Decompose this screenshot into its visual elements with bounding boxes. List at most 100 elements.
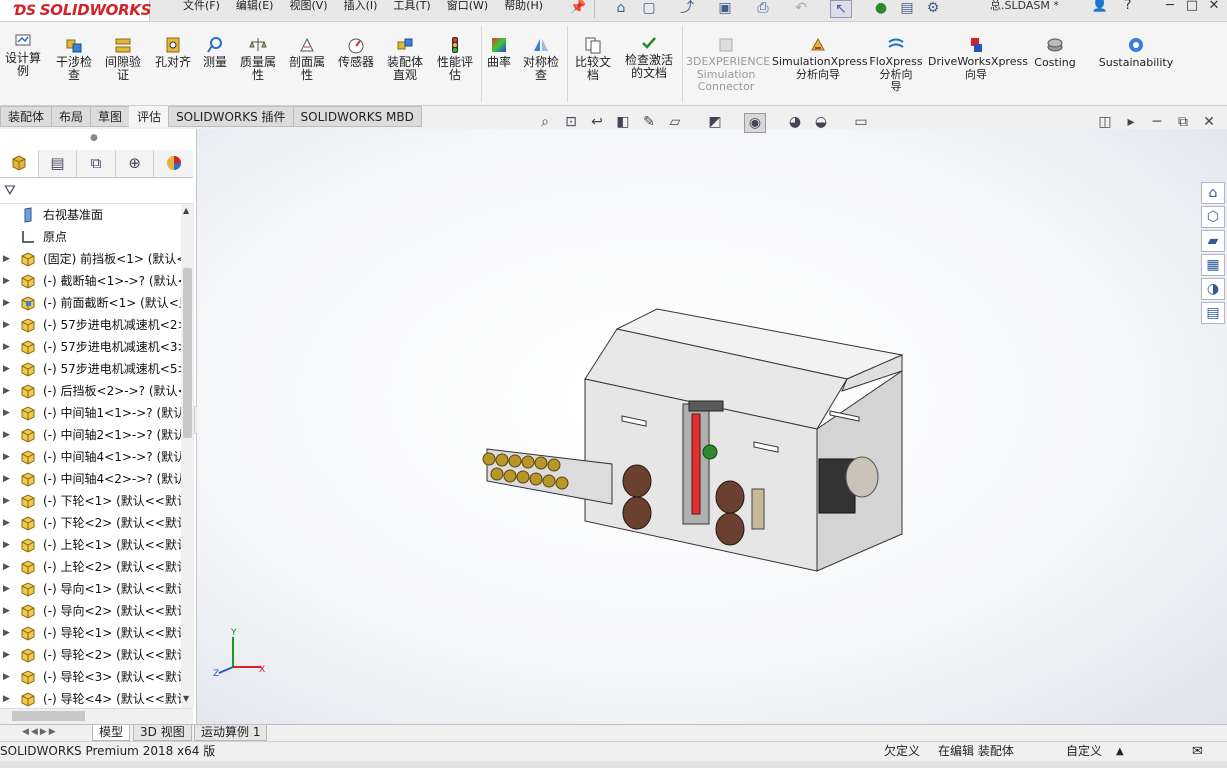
tree-item[interactable]: ▶ (-) 中间轴2<1>->? (默认	[0, 424, 181, 446]
assembly-visualization-button[interactable]: 装配体 直观	[382, 36, 428, 82]
interference-button[interactable]: 干涉检 查	[52, 36, 96, 82]
check-document-button[interactable]: 检查激活 的文档	[620, 34, 678, 80]
tree-item[interactable]: ▶ (-) 57步进电机减速机<3>	[0, 336, 181, 358]
curvature-button[interactable]: 曲率	[484, 36, 514, 69]
new-document-icon[interactable]: ▢	[638, 0, 660, 18]
costing-button[interactable]: Costing	[1030, 36, 1080, 69]
tree-item[interactable]: ▶ (-) 上轮<2> (默认<<默认	[0, 556, 181, 578]
tree-item[interactable]: ▶ (-) 中间轴4<1>->? (默认	[0, 446, 181, 468]
rebuild-icon[interactable]: ●	[870, 0, 892, 18]
tree-item[interactable]: ▶ (-) 57步进电机减速机<5>	[0, 358, 181, 380]
expand-arrow-icon[interactable]: ▶	[3, 600, 10, 622]
tab-motion-study[interactable]: 运动算例 1	[194, 725, 268, 741]
tree-item[interactable]: ▶ (-) 上轮<1> (默认<<默认	[0, 534, 181, 556]
menu-help[interactable]: 帮助(H)	[496, 0, 551, 12]
expand-arrow-icon[interactable]: ▶	[3, 534, 10, 556]
expand-arrow-icon[interactable]: ▶	[3, 644, 10, 666]
file-explorer-icon[interactable]: ▰	[1201, 230, 1225, 252]
hole-align-button[interactable]: 孔对齐	[150, 36, 196, 69]
tree-item[interactable]: 右视基准面	[0, 204, 181, 226]
tab-3d-view[interactable]: 3D 视图	[133, 725, 192, 741]
tab-scroll-arrows-icon[interactable]: ◀◀▶▶	[22, 727, 58, 737]
tree-item[interactable]: ▶ (-) 导轮<2> (默认<<默认	[0, 644, 181, 666]
compare-button[interactable]: 比较文 档	[570, 36, 616, 82]
menu-window[interactable]: 窗口(W)	[439, 0, 496, 12]
section-view-icon[interactable]: ◧	[612, 113, 634, 133]
simulationxpress-button[interactable]: SimulationXpress 分析向导	[772, 36, 868, 81]
mass-properties-button[interactable]: 质量属 性	[236, 36, 280, 82]
tree-item[interactable]: ▶ (-) 导轮<4> (默认<<默认	[0, 688, 181, 708]
tab-assembly[interactable]: 装配体	[0, 106, 53, 127]
save-icon[interactable]: ▣	[714, 0, 736, 18]
expand-arrow-icon[interactable]: ▶	[3, 248, 10, 270]
print-icon[interactable]: ⎙	[752, 0, 774, 18]
driveworks-button[interactable]: DriveWorksXpress 向导	[928, 36, 1028, 81]
apply-scene-icon[interactable]: ◒	[810, 113, 832, 133]
menu-insert[interactable]: 插入(I)	[336, 0, 386, 12]
zoom-to-fit-icon[interactable]: ⌕	[534, 113, 556, 133]
status-tooltip-icon[interactable]: ✉	[1192, 742, 1203, 761]
tree-item[interactable]: ▶ (-) 导向<2> (默认<<默认	[0, 600, 181, 622]
user-icon[interactable]: 👤	[1090, 0, 1110, 14]
solidworks-logo[interactable]: ƊS SOLIDWORKS	[0, 0, 152, 22]
tab-sketch[interactable]: 草图	[90, 106, 131, 127]
tab-evaluate[interactable]: 评估	[129, 106, 170, 127]
task-pane-home-icon[interactable]: ⌂	[1201, 182, 1225, 204]
view-palette-icon[interactable]: ▦	[1201, 254, 1225, 276]
tab-mbd[interactable]: SOLIDWORKS MBD	[292, 106, 422, 127]
menu-file[interactable]: 文件(F)	[175, 0, 228, 12]
viewport-restore-icon[interactable]: ◫	[1094, 113, 1116, 133]
expand-arrow-icon[interactable]: ▶	[3, 578, 10, 600]
display-manager-tab-icon[interactable]	[154, 150, 193, 177]
tab-model[interactable]: 模型	[92, 725, 131, 741]
design-library-icon[interactable]: ⬡	[1201, 206, 1225, 228]
graphics-area[interactable]: Y X Z	[197, 129, 1227, 725]
tree-item[interactable]: ▶ (-) 导轮<1> (默认<<默认	[0, 622, 181, 644]
panel-grip-icon[interactable]: ●	[90, 133, 98, 143]
status-custom-units[interactable]: 自定义	[1066, 742, 1102, 761]
symmetry-button[interactable]: 对称检 查	[518, 36, 564, 82]
sustainability-button[interactable]: Sustainability	[1096, 36, 1176, 69]
expand-arrow-icon[interactable]: ▶	[3, 270, 10, 292]
tree-item[interactable]: 原点	[0, 226, 181, 248]
help-icon[interactable]: ?	[1118, 0, 1138, 14]
tree-item[interactable]: ▶ (-) 中间轴1<1>->? (默认	[0, 402, 181, 424]
tree-item[interactable]: ▶ (-) 导向<1> (默认<<默认	[0, 578, 181, 600]
expand-arrow-icon[interactable]: ▶	[3, 666, 10, 688]
tree-item[interactable]: ▶ (-) 下轮<1> (默认<<默认	[0, 490, 181, 512]
configuration-manager-tab-icon[interactable]: ⧉	[77, 150, 116, 177]
expand-arrow-icon[interactable]: ▶	[3, 556, 10, 578]
custom-properties-icon[interactable]: ▤	[1201, 302, 1225, 324]
expand-arrow-icon[interactable]: ▶	[3, 688, 10, 708]
tab-layout[interactable]: 布局	[51, 106, 92, 127]
tree-item[interactable]: ▶ (-) 57步进电机减速机<2>	[0, 314, 181, 336]
dynamic-annotation-icon[interactable]: ✎	[638, 113, 660, 133]
previous-view-icon[interactable]: ↩	[586, 113, 608, 133]
tree-item[interactable]: ▶ (-) 导轮<3> (默认<<默认	[0, 666, 181, 688]
clearance-button[interactable]: 间隙验 证	[100, 36, 146, 82]
minimize-icon[interactable]: ─	[1160, 0, 1180, 14]
menu-edit[interactable]: 编辑(E)	[228, 0, 282, 12]
home-icon[interactable]: ⌂	[610, 0, 632, 18]
close-icon[interactable]: ✕	[1204, 0, 1224, 14]
section-properties-button[interactable]: 剖面属 性	[284, 36, 330, 82]
filter-icon[interactable]: ⛛	[4, 183, 16, 199]
viewport-close-icon[interactable]: ✕	[1198, 113, 1220, 133]
tab-addins[interactable]: SOLIDWORKS 插件	[168, 106, 294, 127]
edit-appearance-icon[interactable]: ◕	[784, 113, 806, 133]
viewport-next-icon[interactable]: ▸	[1120, 113, 1142, 133]
tree-item[interactable]: ▶ (-) 后挡板<2>->? (默认<	[0, 380, 181, 402]
design-study-button[interactable]: 设计算 例	[2, 32, 44, 78]
select-icon[interactable]: ↖	[830, 0, 852, 18]
display-style-icon[interactable]: ◩	[704, 113, 726, 133]
expand-arrow-icon[interactable]: ▶	[3, 292, 10, 314]
measure-button[interactable]: 测量	[198, 36, 232, 69]
tree-item[interactable]: ▶ (-) 中间轴4<2>->? (默认	[0, 468, 181, 490]
expand-arrow-icon[interactable]: ▶	[3, 402, 10, 424]
expand-arrow-icon[interactable]: ▶	[3, 490, 10, 512]
expand-arrow-icon[interactable]: ▶	[3, 446, 10, 468]
view-settings-icon[interactable]: ▭	[850, 113, 872, 133]
maximize-icon[interactable]: □	[1182, 0, 1202, 14]
assembly-model[interactable]	[197, 129, 1227, 725]
expand-arrow-icon[interactable]: ▶	[3, 358, 10, 380]
